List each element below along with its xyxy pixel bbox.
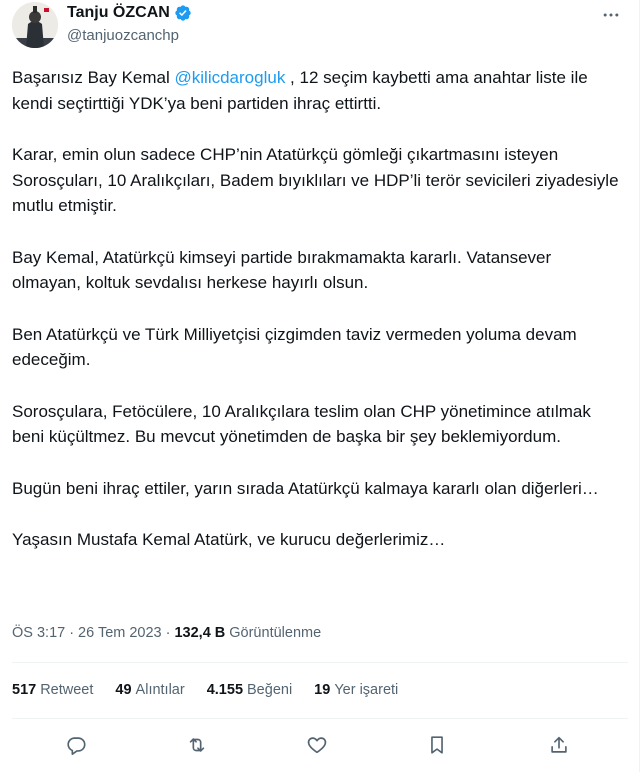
retweets-count: 517 (12, 682, 37, 698)
views-label: Görüntülenme (229, 625, 322, 641)
tweet-paragraph-2: Karar, emin olun sadece CHP’nin Atatürkç… (12, 145, 619, 215)
heart-icon (307, 737, 327, 754)
retweets-label: Retweet (40, 682, 94, 698)
retweet-button[interactable] (184, 732, 210, 758)
action-bar (0, 728, 640, 762)
views-count: 132,4 B (174, 625, 226, 641)
bookmark-icon (431, 736, 443, 754)
tweet-paragraph-3: Bay Kemal, Atatürkçü kimseyi partide bır… (12, 247, 552, 293)
bookmarks-count: 19 (314, 682, 331, 698)
bookmarks-stat[interactable]: 19 Yer işareti (314, 682, 398, 698)
share-button[interactable] (546, 732, 572, 758)
bookmarks-label: Yer işareti (334, 682, 399, 698)
meta-separator: · (69, 625, 75, 641)
tweet-paragraph-1: Başarısız Bay Kemal @kilicdarogluk , 12 … (12, 65, 620, 116)
meta-separator: · (165, 625, 171, 641)
author-name-row[interactable]: Tanju ÖZCAN (67, 4, 192, 22)
like-button[interactable] (304, 732, 330, 758)
engagement-stats: 517 Retweet 49 Alıntılar 4.155 Beğeni 19 Yer… (12, 682, 420, 698)
divider (12, 718, 628, 719)
tweet-time[interactable]: ÖS 3:17 (12, 625, 65, 641)
more-icon (603, 13, 619, 17)
tweet-meta: ÖS 3:17 · 26 Tem 2023 · 132,4 B Görüntül… (12, 625, 321, 641)
quotes-count: 49 (115, 682, 132, 698)
share-icon (551, 736, 567, 753)
tweet-text-segment: Başarısız Bay Kemal (12, 68, 175, 87)
more-button[interactable] (600, 4, 622, 26)
tweet-paragraph-5: Sorosçulara, Fetöcülere, 10 Aralıkçılara… (12, 401, 591, 447)
tweet-paragraph-7: Yaşasın Mustafa Kemal Atatürk, ve kurucu… (12, 530, 446, 549)
tweet-card: Tanju ÖZCAN @tanjuozcanchp Başarısız Bay… (0, 0, 640, 772)
author-name[interactable]: Tanju ÖZCAN (67, 4, 170, 22)
likes-label: Beğeni (247, 682, 293, 698)
divider (12, 662, 628, 663)
tweet-header: Tanju ÖZCAN @tanjuozcanchp (12, 2, 632, 50)
tweet-text: Başarısız Bay Kemal @kilicdarogluk , 12 … (12, 65, 620, 579)
tweet-paragraph-4: Ben Atatürkçü ve Türk Milliyetçisi çizgi… (12, 324, 577, 370)
reply-button[interactable] (63, 732, 89, 758)
mention-link[interactable]: @kilicdarogluk (175, 68, 286, 87)
quotes-stat[interactable]: 49 Alıntılar (115, 682, 184, 698)
verified-badge-icon[interactable] (174, 4, 192, 22)
retweets-stat[interactable]: 517 Retweet (12, 682, 93, 698)
tweet-date[interactable]: 26 Tem 2023 (78, 625, 162, 641)
quotes-label: Alıntılar (135, 682, 185, 698)
reply-icon (67, 737, 86, 755)
bookmark-button[interactable] (424, 732, 450, 758)
tweet-paragraph-6: Bugün beni ihraç ettiler, yarın sırada A… (12, 478, 599, 498)
likes-stat[interactable]: 4.155 Beğeni (207, 682, 292, 698)
avatar[interactable] (12, 2, 58, 48)
retweet-icon (189, 738, 205, 752)
profile-photo-icon (12, 2, 58, 48)
author-handle[interactable]: @tanjuozcanchp (67, 27, 179, 44)
likes-count: 4.155 (206, 682, 244, 698)
